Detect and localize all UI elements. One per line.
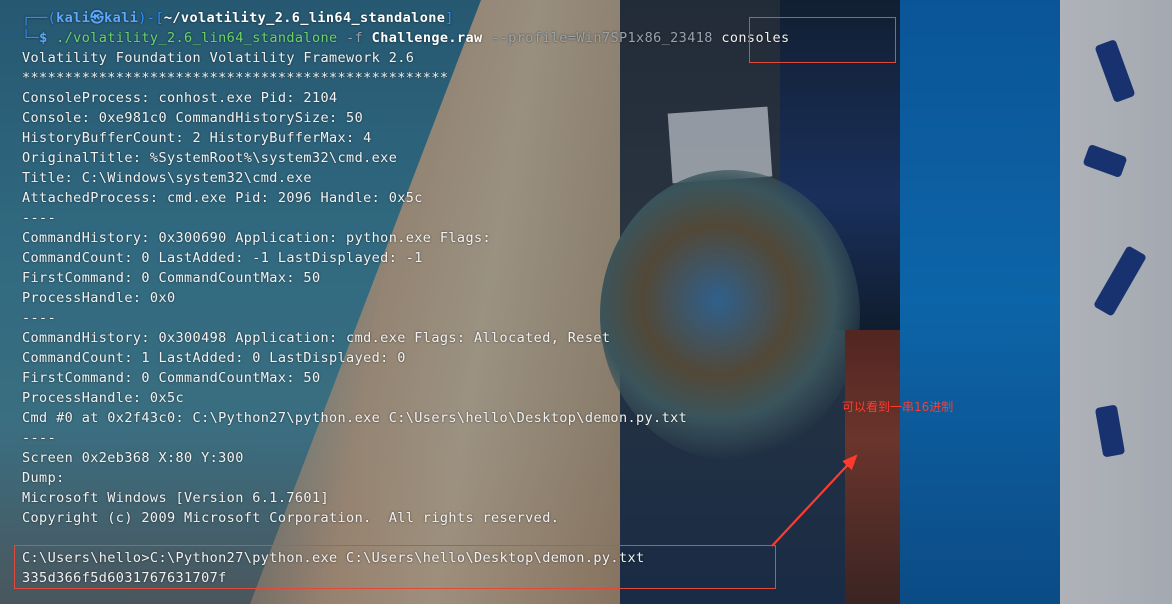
annotation-arrow-icon — [771, 454, 858, 547]
annotation-label: 可以看到一串16进制 — [842, 400, 954, 414]
